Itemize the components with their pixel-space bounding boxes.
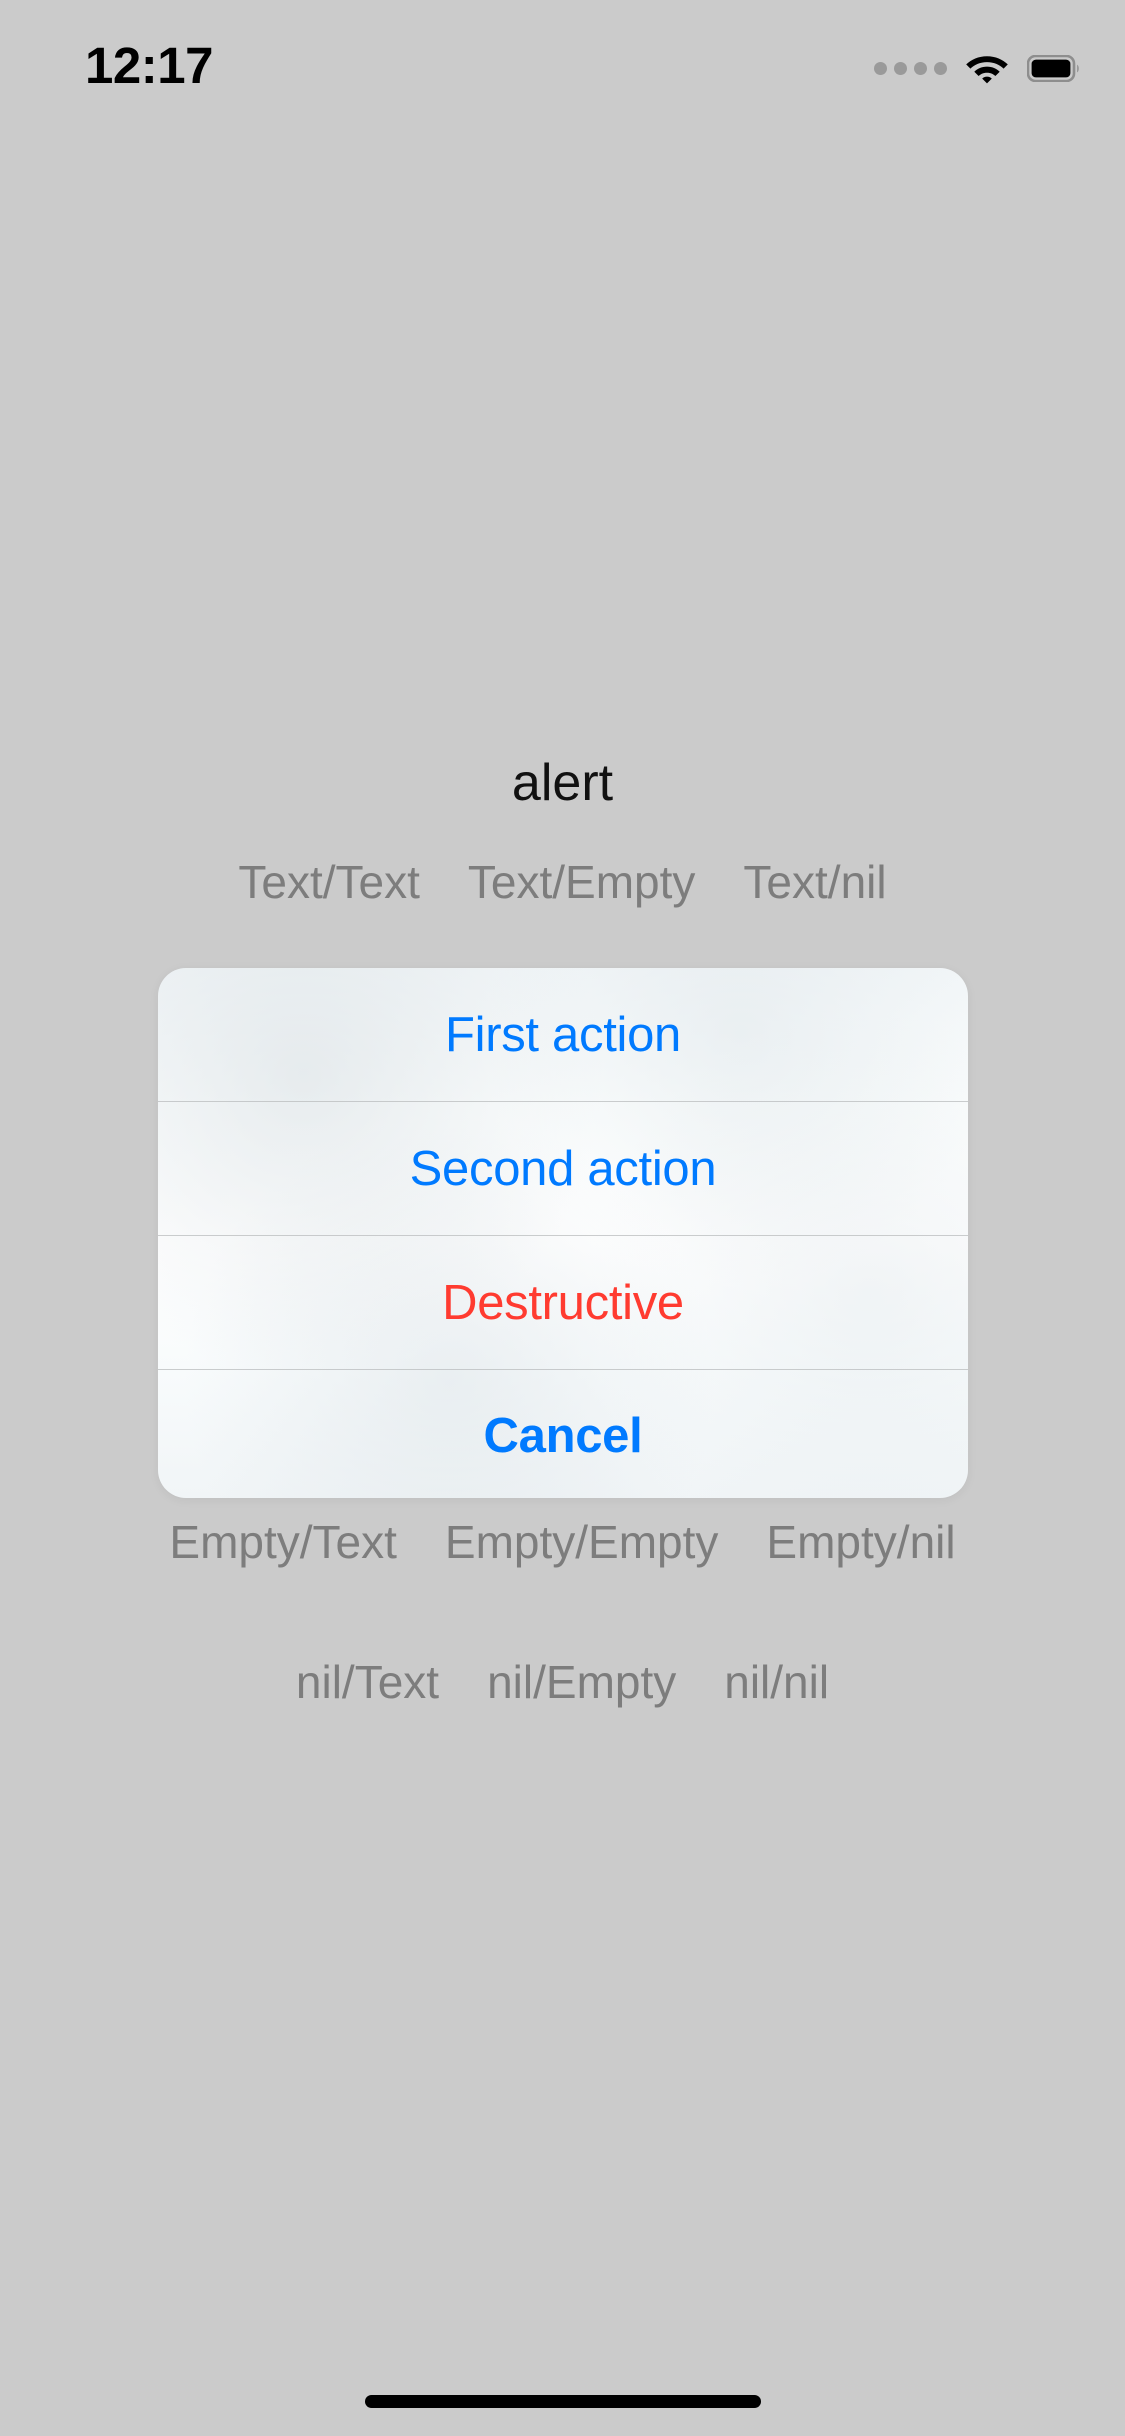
- action-label: Second action: [409, 1141, 717, 1196]
- action-sheet-second-action[interactable]: Second action: [158, 1102, 968, 1235]
- action-sheet-cancel-action[interactable]: Cancel: [158, 1370, 968, 1498]
- wifi-icon: [966, 56, 1008, 84]
- action-sheet-destructive-action[interactable]: Destructive: [158, 1236, 968, 1369]
- status-bar-indicators: [874, 46, 1081, 90]
- button-empty-text[interactable]: Empty/Text: [145, 1512, 421, 1572]
- button-empty-empty[interactable]: Empty/Empty: [421, 1512, 743, 1572]
- action-label: First action: [444, 1007, 682, 1062]
- button-nil-empty[interactable]: nil/Empty: [463, 1652, 700, 1712]
- page-title: alert: [511, 754, 614, 812]
- button-text-empty[interactable]: Text/Empty: [444, 852, 720, 912]
- button-row-empty: Empty/Text Empty/Empty Empty/nil: [0, 1512, 1125, 1572]
- cellular-dots-icon: [874, 46, 947, 90]
- button-text-text[interactable]: Text/Text: [214, 852, 444, 912]
- action-sheet: First action Second action Destructive C…: [158, 968, 968, 1498]
- button-text-nil[interactable]: Text/nil: [719, 852, 910, 912]
- button-nil-text[interactable]: nil/Text: [272, 1652, 463, 1712]
- action-sheet-first-action[interactable]: First action: [158, 968, 968, 1101]
- button-row-text: Text/Text Text/Empty Text/nil: [0, 852, 1125, 912]
- button-empty-nil[interactable]: Empty/nil: [742, 1512, 979, 1572]
- button-row-nil: nil/Text nil/Empty nil/nil: [0, 1652, 1125, 1712]
- home-indicator[interactable]: [364, 2395, 761, 2408]
- button-nil-nil[interactable]: nil/nil: [700, 1652, 853, 1712]
- status-bar: 12:17: [0, 0, 1125, 132]
- action-label: Cancel: [483, 1408, 643, 1463]
- battery-full-icon: [1027, 54, 1079, 82]
- status-bar-time: 12:17: [85, 37, 213, 94]
- action-label: Destructive: [442, 1275, 684, 1330]
- phone-screen: 12:17 alert Text/Text Text/Empty Text/ni…: [0, 0, 1125, 2436]
